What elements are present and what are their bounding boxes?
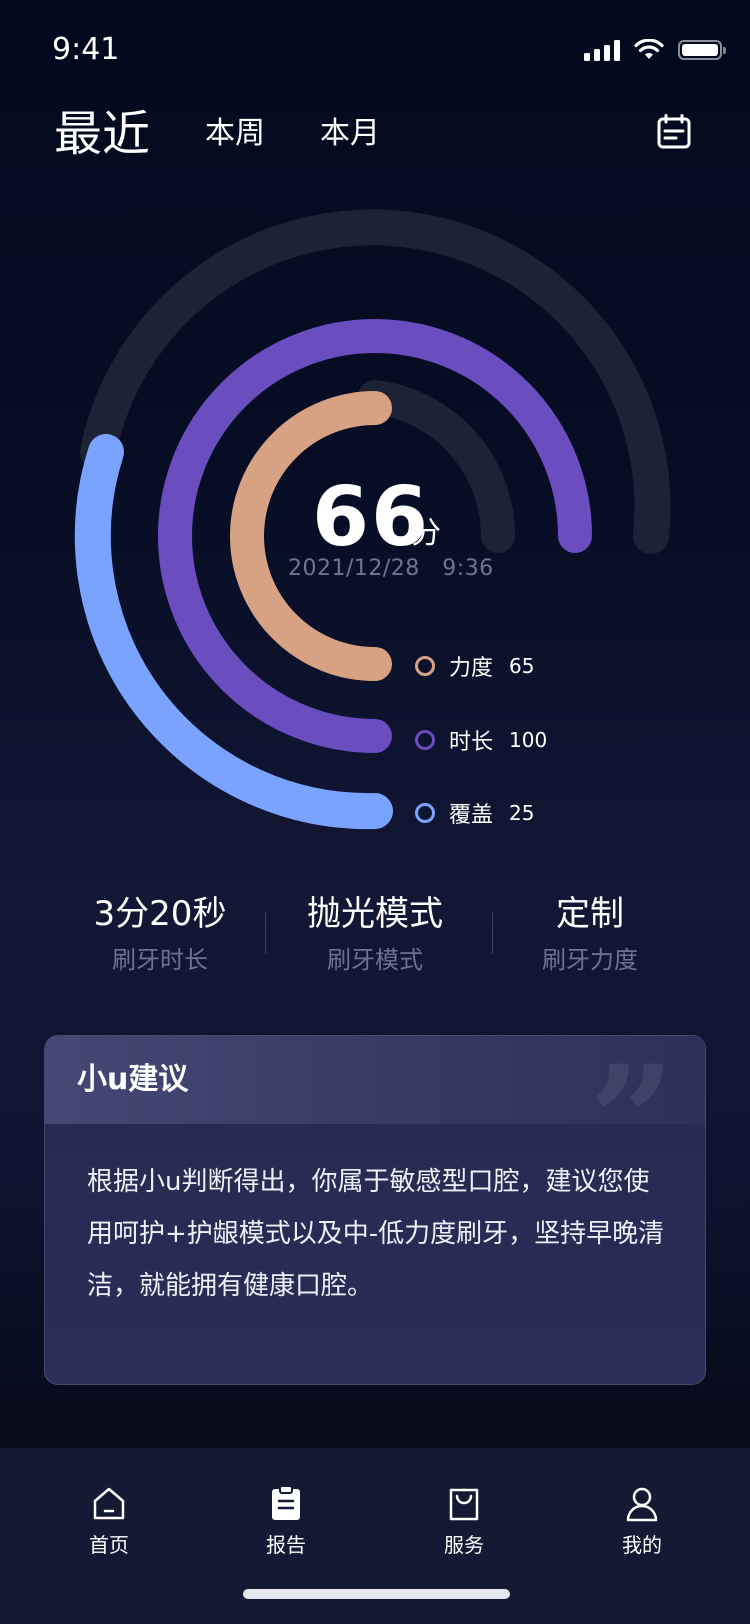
legend-item-duration: 时长 100 [415,722,547,758]
legend-item-force: 力度 65 [415,648,534,684]
legend-item-coverage: 覆盖 25 [415,795,534,831]
nav-label: 报告 [266,1533,306,1557]
legend-value: 65 [509,654,535,678]
nav-label: 首页 [89,1533,129,1557]
stat-label: 刷牙力度 [542,946,638,974]
score-rings-chart [74,209,671,830]
home-indicator[interactable] [243,1589,510,1599]
nav-item-service[interactable]: 服务 [404,1484,524,1560]
legend-value: 25 [509,801,535,825]
stat-brush-force: 定制 刷牙力度 [480,890,700,978]
nav-item-report[interactable]: 报告 [226,1484,346,1560]
stat-value: 3分20秒 [93,894,227,934]
score-unit: 分 [411,516,441,551]
legend-label: 力度 [449,656,494,681]
stat-value: 抛光模式 [307,894,443,934]
advice-title: 小u建议 [77,1062,189,1097]
stat-value: 定制 [556,894,624,934]
legend-value: 100 [509,728,548,752]
score-datetime: 2021/12/28 9:36 [288,556,494,581]
force-dot-icon [415,656,435,676]
advice-body: 根据小u判断得出，你属于敏感型口腔，建议您使用呵护+护龈模式以及中-低力度刷牙，… [87,1167,665,1301]
stat-brush-duration: 3分20秒 刷牙时长 [50,890,270,978]
user-icon [626,1487,658,1522]
stat-label: 刷牙模式 [327,946,423,974]
home-icon [93,1487,125,1520]
stat-label: 刷牙时长 [112,946,208,974]
advice-card: 小u建议 ” 根据小u判断得出，你属于敏感型口腔，建议您使用呵护+护龈模式以及中… [44,1035,706,1385]
coverage-dot-icon [415,803,435,823]
nav-item-mine[interactable]: 我的 [582,1484,702,1560]
stat-brush-mode: 抛光模式 刷牙模式 [265,890,485,978]
nav-item-home[interactable]: 首页 [49,1484,169,1560]
duration-dot-icon [415,730,435,750]
legend-label: 覆盖 [449,803,494,828]
nav-label: 服务 [444,1533,484,1557]
report-icon [272,1485,300,1520]
shopping-bag-icon [449,1488,479,1521]
legend-label: 时长 [449,730,494,755]
nav-label: 我的 [622,1533,662,1557]
